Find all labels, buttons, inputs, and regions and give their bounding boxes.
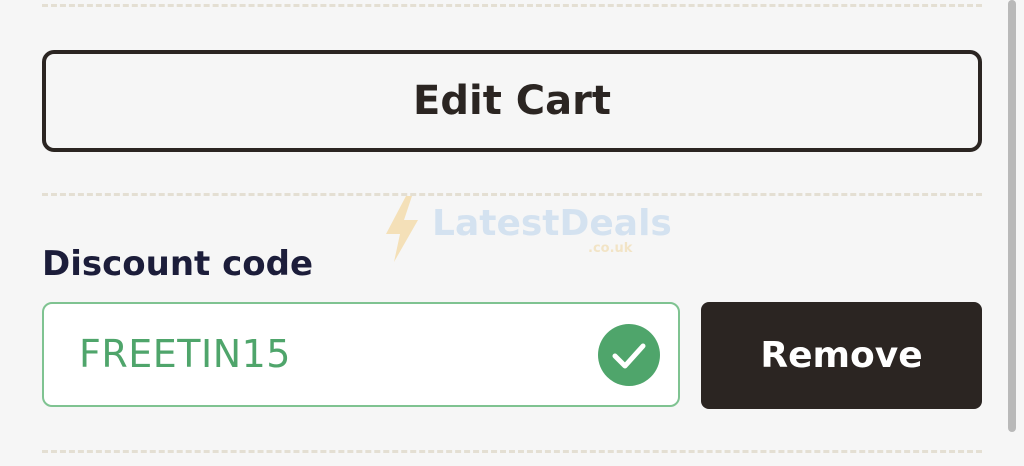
lightning-bolt-icon <box>386 196 418 262</box>
latestdeals-watermark: LatestDeals .co.uk <box>382 196 672 266</box>
discount-code-label: Discount code <box>42 244 314 284</box>
divider-bottom <box>42 450 982 453</box>
divider-top <box>42 4 982 7</box>
watermark-domain: .co.uk <box>588 241 633 256</box>
edit-cart-button[interactable]: Edit Cart <box>42 50 982 152</box>
remove-discount-label: Remove <box>760 335 923 376</box>
discount-code-value[interactable]: FREETIN15 <box>79 304 291 405</box>
check-circle-icon <box>598 324 660 386</box>
vertical-scrollbar[interactable] <box>1008 0 1016 432</box>
watermark-brand: LatestDeals <box>432 203 672 244</box>
discount-code-input[interactable]: FREETIN15 <box>42 302 680 407</box>
edit-cart-label: Edit Cart <box>413 78 611 124</box>
remove-discount-button[interactable]: Remove <box>701 302 982 409</box>
